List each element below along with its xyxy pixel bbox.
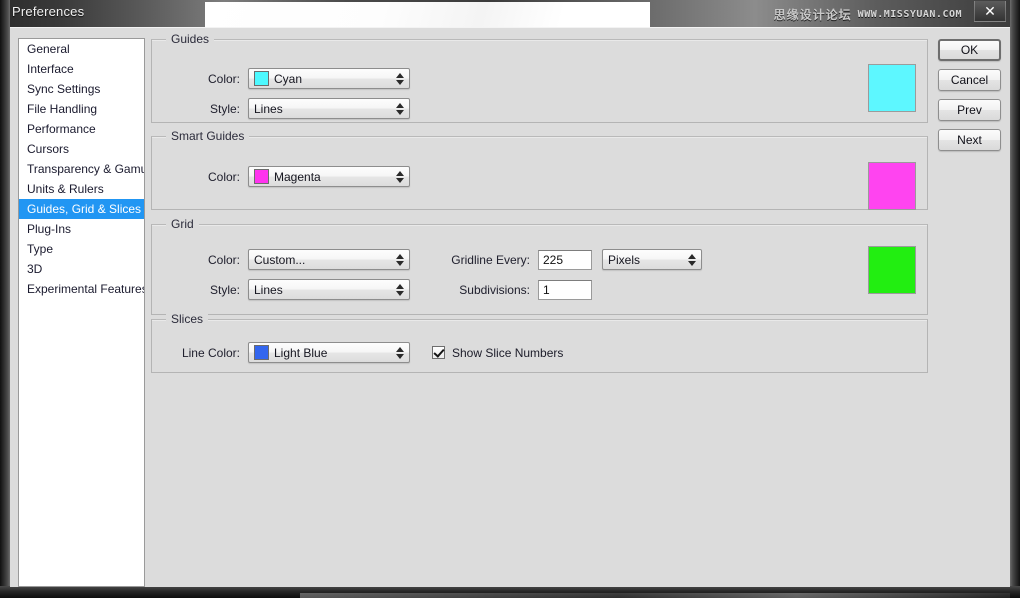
show-slice-numbers-checkbox[interactable]: Show Slice Numbers [432,346,563,360]
prev-button[interactable]: Prev [938,99,1001,121]
guides-group-title: Guides [166,32,215,46]
stepper-arrows-icon [396,346,404,359]
gridline-every-input[interactable]: 225 [538,249,592,270]
stepper-arrows-icon [396,253,404,266]
grid-color-value: Custom... [254,252,306,267]
gridline-every-label: Gridline Every: [451,252,530,267]
guides-color-label: Color: [207,71,240,86]
next-button[interactable]: Next [938,129,1001,151]
sidebar-item-label: Units & Rulers [27,182,104,196]
subdivisions-label: Subdivisions: [459,283,530,297]
guides-color-preview[interactable] [868,64,916,112]
smart-guides-group-title: Smart Guides [166,129,250,143]
grid-unit-value: Pixels [608,252,641,267]
grid-style-row: Style: Lines [170,279,410,300]
grid-style-label: Style: [209,282,240,297]
ok-button[interactable]: OK [938,39,1001,61]
guides-style-label: Style: [209,101,240,116]
window-frame-left [0,0,10,598]
guides-style-row: Style: Lines [170,98,410,119]
grid-color-label: Color: [207,252,240,267]
sidebar-item-label: Cursors [27,142,70,156]
sidebar-item-label: Type [27,242,54,256]
checkbox-check-icon [432,346,445,359]
window-title-bar: Preferences 思缘设计论坛 WWW.MISSYUAN.COM ✕ [0,0,1020,28]
stepper-arrows-icon [396,283,404,296]
close-icon[interactable]: ✕ [974,1,1006,22]
title-bar-white-overlay [205,2,650,28]
sidebar-item-label: File Handling [27,102,98,116]
sidebar-item-plug-ins[interactable]: Plug-Ins [19,219,144,239]
grid-group-title: Grid [166,217,199,231]
sidebar-item-label: Guides, Grid & Slices [27,202,142,216]
watermark: 思缘设计论坛 WWW.MISSYUAN.COM [774,6,962,23]
subdivisions-input[interactable]: 1 [538,280,592,300]
grid-subdivisions-row: Subdivisions: 1 [415,280,592,300]
grid-style-value: Lines [254,282,283,297]
guides-color-select[interactable]: Cyan [248,68,410,89]
preferences-category-list[interactable]: General Interface Sync Settings File Handli… [18,38,145,587]
guides-style-select[interactable]: Lines [248,98,410,119]
stepper-arrows-icon [396,170,404,183]
sidebar-item-label: Sync Settings [27,82,101,96]
window-title: Preferences [12,4,85,19]
sidebar-item-cursors[interactable]: Cursors [19,139,144,159]
slices-line-color-value: Light Blue [274,345,328,360]
preferences-window: Preferences 思缘设计论坛 WWW.MISSYUAN.COM ✕ Ge… [0,0,1020,598]
sidebar-item-3d[interactable]: 3D [19,259,144,279]
cancel-button[interactable]: Cancel [938,69,1001,91]
slices-line-color-swatch [254,345,269,360]
sidebar-item-transparency-gamut[interactable]: Transparency & Gamut [19,159,144,179]
grid-unit-select[interactable]: Pixels [602,249,702,270]
sidebar-item-experimental-features[interactable]: Experimental Features [19,279,144,299]
smart-guides-color-preview[interactable] [868,162,916,210]
grid-color-row: Color: Custom... [170,249,410,270]
guides-style-value: Lines [254,101,283,116]
guides-color-value: Cyan [274,71,303,86]
stepper-arrows-icon [396,72,404,85]
sidebar-item-label: Interface [27,62,74,76]
stepper-arrows-icon [688,253,696,266]
grid-style-select[interactable]: Lines [248,279,410,300]
window-frame-bottom [0,586,1020,598]
sidebar-item-sync-settings[interactable]: Sync Settings [19,79,144,99]
sidebar-item-label: Transparency & Gamut [27,162,145,176]
sidebar-item-label: Experimental Features [27,282,145,296]
smart-guides-color-row: Color: Magenta [170,166,410,187]
watermark-chinese-text: 思缘设计论坛 [773,8,852,22]
slices-line-color-label: Line Color: [181,345,240,360]
preferences-dialog-body: General Interface Sync Settings File Handli… [10,27,1010,587]
watermark-url-text: WWW.MISSYUAN.COM [857,9,962,20]
sidebar-item-label: General [27,42,70,56]
stepper-arrows-icon [396,102,404,115]
smart-guides-color-label: Color: [207,169,240,184]
grid-gridline-every-row: Gridline Every: 225 Pixels [415,249,702,270]
guides-color-swatch [254,71,269,86]
sidebar-item-label: Plug-Ins [27,222,72,236]
smart-guides-color-value: Magenta [274,169,321,184]
sidebar-item-interface[interactable]: Interface [19,59,144,79]
window-frame-bottom-highlight [300,593,1010,598]
slices-line-color-row: Line Color: Light Blue Show Slice Number… [170,342,563,363]
sidebar-item-label: Performance [27,122,96,136]
smart-guides-color-swatch [254,169,269,184]
slices-line-color-select[interactable]: Light Blue [248,342,410,363]
window-frame-right [1010,0,1020,598]
show-slice-numbers-label: Show Slice Numbers [452,345,564,360]
sidebar-item-general[interactable]: General [19,39,144,59]
sidebar-item-file-handling[interactable]: File Handling [19,99,144,119]
sidebar-item-guides-grid-slices[interactable]: Guides, Grid & Slices [19,199,144,219]
grid-color-preview[interactable] [868,246,916,294]
smart-guides-color-select[interactable]: Magenta [248,166,410,187]
slices-group-title: Slices [166,312,209,326]
grid-color-select[interactable]: Custom... [248,249,410,270]
sidebar-item-units-rulers[interactable]: Units & Rulers [19,179,144,199]
sidebar-item-type[interactable]: Type [19,239,144,259]
sidebar-item-performance[interactable]: Performance [19,119,144,139]
guides-color-row: Color: Cyan [170,68,410,89]
sidebar-item-label: 3D [27,262,43,276]
